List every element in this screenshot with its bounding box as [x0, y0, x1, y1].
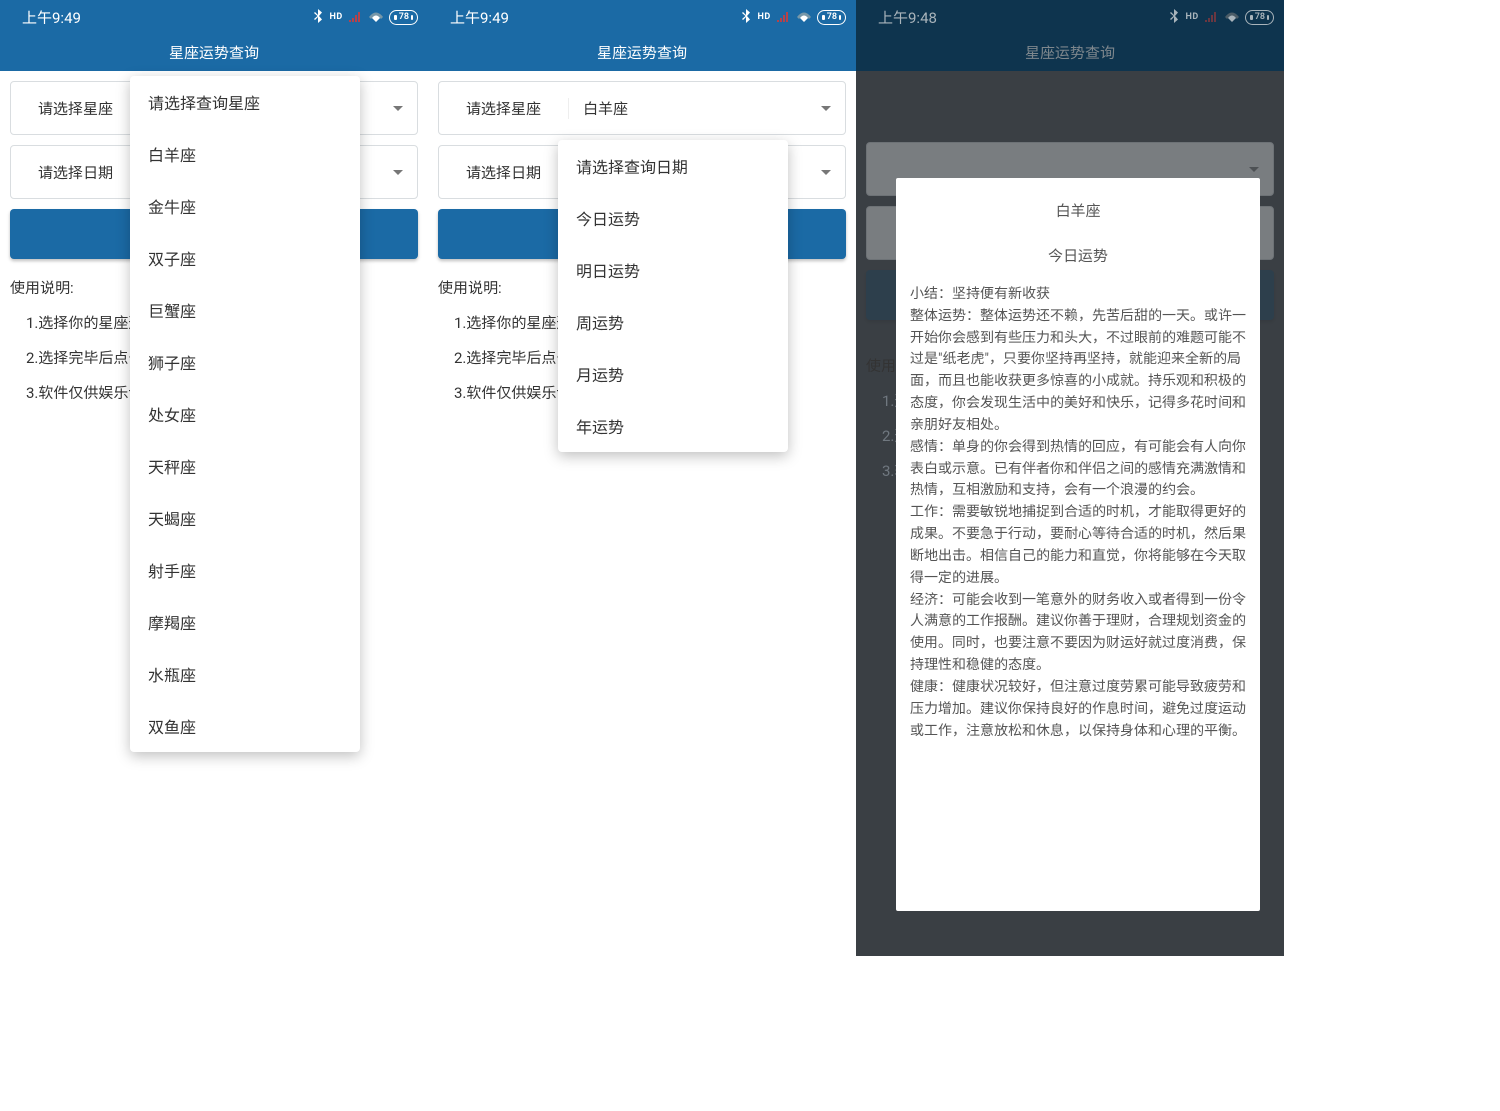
battery-indicator: 78	[817, 10, 846, 25]
page-title: 星座运势查询	[856, 34, 1284, 71]
result-dialog[interactable]: 白羊座 今日运势 小结：坚持便有新收获 整体运势：整体运势还不赖，先苦后甜的一天…	[896, 178, 1260, 911]
signal-icon-2	[369, 10, 383, 25]
dropdown-item[interactable]: 周运势	[558, 296, 788, 348]
bluetooth-icon	[1169, 9, 1179, 26]
dropdown-item[interactable]: 狮子座	[130, 336, 360, 388]
dropdown-item[interactable]: 双子座	[130, 232, 360, 284]
chevron-down-icon	[379, 82, 417, 134]
dropdown-item[interactable]: 请选择查询星座	[130, 76, 360, 128]
zodiac-selector[interactable]: 请选择星座 白羊座	[438, 81, 846, 135]
hd-icon: HD	[329, 13, 342, 22]
zodiac-selector-label: 请选择星座	[439, 98, 569, 119]
dropdown-item[interactable]: 天蝎座	[130, 492, 360, 544]
status-time: 上午9:48	[878, 7, 937, 28]
dropdown-item[interactable]: 双鱼座	[130, 700, 360, 752]
screenshot-1: 上午9:49 HD 78 星座运势查询 请选择星座 请选择日期 使用说明	[0, 0, 428, 956]
status-bar: 上午9:49 HD 78	[0, 0, 428, 34]
status-bar: 上午9:48 HD 78	[856, 0, 1284, 34]
page-title: 星座运势查询	[0, 34, 428, 71]
battery-indicator: 78	[1245, 10, 1274, 25]
dropdown-item[interactable]: 巨蟹座	[130, 284, 360, 336]
signal-icon-2	[1225, 10, 1239, 25]
bluetooth-icon	[741, 9, 751, 26]
chevron-down-icon	[807, 82, 845, 134]
dropdown-item[interactable]: 年运势	[558, 400, 788, 452]
signal-icon-1	[349, 10, 363, 25]
dropdown-item[interactable]: 金牛座	[130, 180, 360, 232]
date-selector-label: 请选择日期	[11, 162, 141, 183]
dropdown-item[interactable]: 天秤座	[130, 440, 360, 492]
status-bar: 上午9:49 HD 78	[428, 0, 856, 34]
signal-icon-1	[1205, 10, 1219, 25]
date-dropdown[interactable]: 请选择查询日期 今日运势 明日运势 周运势 月运势 年运势	[558, 140, 788, 452]
date-selector-label: 请选择日期	[439, 162, 569, 183]
signal-icon-1	[777, 10, 791, 25]
result-title: 白羊座	[910, 200, 1246, 221]
hd-icon: HD	[1185, 13, 1198, 22]
result-body: 小结：坚持便有新收获 整体运势：整体运势还不赖，先苦后甜的一天。或许一开始你会感…	[910, 284, 1246, 742]
chevron-down-icon	[807, 146, 845, 198]
screenshot-2: 上午9:49 HD 78 星座运势查询 请选择星座 白羊座 请选择日期 使	[428, 0, 856, 956]
zodiac-selector-value: 白羊座	[569, 98, 807, 119]
result-subtitle: 今日运势	[910, 245, 1246, 266]
dropdown-item[interactable]: 射手座	[130, 544, 360, 596]
dropdown-item[interactable]: 白羊座	[130, 128, 360, 180]
dropdown-item[interactable]: 月运势	[558, 348, 788, 400]
chevron-down-icon	[379, 146, 417, 198]
zodiac-dropdown[interactable]: 请选择查询星座 白羊座 金牛座 双子座 巨蟹座 狮子座 处女座 天秤座 天蝎座 …	[130, 76, 360, 752]
dropdown-item[interactable]: 今日运势	[558, 192, 788, 244]
dropdown-item[interactable]: 处女座	[130, 388, 360, 440]
hd-icon: HD	[757, 13, 770, 22]
screenshot-3: 上午9:48 HD 78 星座运势查询	[856, 0, 1284, 956]
status-time: 上午9:49	[450, 7, 509, 28]
dropdown-item[interactable]: 明日运势	[558, 244, 788, 296]
status-time: 上午9:49	[22, 7, 81, 28]
dropdown-item[interactable]: 摩羯座	[130, 596, 360, 648]
page-title: 星座运势查询	[428, 34, 856, 71]
bluetooth-icon	[313, 9, 323, 26]
battery-indicator: 78	[389, 10, 418, 25]
zodiac-selector-label: 请选择星座	[11, 98, 141, 119]
dropdown-item[interactable]: 请选择查询日期	[558, 140, 788, 192]
signal-icon-2	[797, 10, 811, 25]
dropdown-item[interactable]: 水瓶座	[130, 648, 360, 700]
